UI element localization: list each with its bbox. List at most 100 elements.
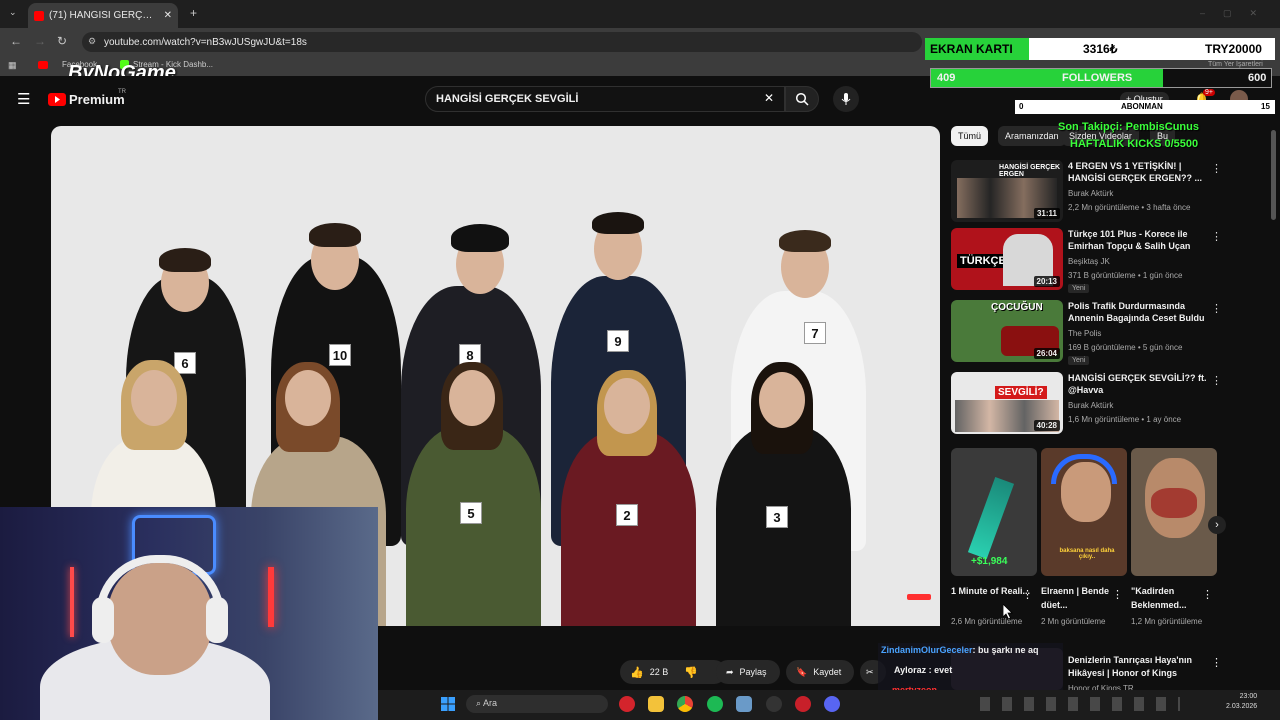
back-icon[interactable]: ←	[10, 34, 22, 48]
video-thumbnail[interactable]: HANGİSİ GERÇEK ERGEN 31:11	[951, 160, 1063, 222]
more-options-icon[interactable]: ⋮	[1211, 230, 1222, 243]
number-tag: 3	[766, 506, 788, 528]
like-icon[interactable]: 👍	[630, 666, 644, 679]
chrome-icon[interactable]	[677, 696, 693, 712]
channel-name[interactable]: Burak Aktürk	[1068, 401, 1113, 410]
chevron-right-icon[interactable]: ›	[1208, 516, 1226, 534]
short-thumbnail[interactable]: +$1,984	[951, 448, 1037, 576]
system-tray-icons[interactable]	[980, 697, 1180, 711]
reload-icon[interactable]: ↻	[57, 34, 67, 48]
forward-icon[interactable]: →	[34, 34, 46, 48]
youtube-bookmark-icon[interactable]	[38, 61, 48, 69]
clear-search-icon[interactable]: ✕	[764, 91, 774, 105]
spotify-icon[interactable]	[707, 696, 723, 712]
discord-icon[interactable]	[824, 696, 840, 712]
sub-goal-label: ABONMAN	[1121, 102, 1163, 111]
short-overlay-text: baksana nasıl daha çıkıy..	[1059, 548, 1115, 560]
dislike-icon[interactable]: 👎	[684, 666, 698, 679]
all-bookmarks-link[interactable]: Tüm Yer İşaretleri	[1208, 61, 1263, 68]
short-views: 2 Mn görüntüleme	[1041, 617, 1106, 626]
more-options-icon[interactable]: ⋮	[1022, 588, 1033, 601]
video-title[interactable]: Türkçe 101 Plus - Korece ile Emirhan Top…	[1068, 228, 1208, 252]
voice-search-button[interactable]	[833, 86, 859, 112]
video-duration: 26:04	[1033, 348, 1060, 359]
number-tag: 9	[607, 330, 629, 352]
more-options-icon[interactable]: ⋮	[1211, 656, 1222, 669]
app-icon[interactable]	[795, 696, 811, 712]
knife-skin	[967, 476, 1015, 560]
site-info-icon[interactable]: ⚙	[88, 36, 96, 47]
clock-date: 2.03.2026	[1226, 703, 1258, 710]
save-button[interactable]: 🔖 Kaydet	[786, 660, 854, 684]
like-count[interactable]: 22 B	[650, 667, 669, 677]
youtube-premium-logo[interactable]: Premium	[69, 92, 125, 107]
new-tab-icon[interactable]: +	[190, 6, 197, 20]
windows-start-icon[interactable]	[441, 697, 455, 711]
url-field[interactable]: youtube.com/watch?v=nB3wJUSgwJU&t=18s	[82, 32, 922, 52]
gpu-goal-widget: EKRAN KARTI 3316₺ TRY20000	[925, 38, 1275, 60]
number-tag: 5	[460, 502, 482, 524]
chip-all[interactable]: Tümü	[951, 126, 989, 146]
red-light	[268, 567, 274, 627]
chat-line: ZindanimOlurGeceler: bu şarkı ne aq	[881, 645, 1039, 655]
like-dislike-group: 👍 22 B 👎	[620, 660, 726, 684]
video-duration: 31:11	[1033, 208, 1060, 219]
video-title[interactable]: HANGİSİ GERÇEK SEVGİLİ?? ft. @Havva	[1068, 372, 1208, 396]
youtube-favicon-icon	[34, 10, 44, 21]
video-title[interactable]: Polis Trafik Durdurmasında Annenin Bagaj…	[1068, 300, 1208, 324]
channel-name[interactable]: Burak Aktürk	[1068, 189, 1113, 198]
taskbar-search[interactable]: ⌕ Ara	[466, 695, 608, 713]
video-thumbnail[interactable]: ÇOCUĞUN 26:04	[951, 300, 1063, 362]
clock[interactable]: 23:00 2.03.2026	[1226, 692, 1257, 712]
obs-icon[interactable]	[766, 696, 782, 712]
video-title[interactable]: 4 ERGEN VS 1 YETİŞKİN! | HANGİSİ GERÇEK …	[1068, 160, 1208, 184]
more-options-icon[interactable]: ⋮	[1211, 374, 1222, 387]
chip-from-search[interactable]: Aramanızdan	[998, 126, 1066, 146]
webcam-overlay	[0, 507, 378, 720]
search-input[interactable]: HANGİSİ GERÇEK SEVGİLİ	[425, 86, 785, 112]
more-options-icon[interactable]: ⋮	[1211, 302, 1222, 315]
short-thumbnail[interactable]: baksana nasıl daha çıkıy..	[1041, 448, 1127, 576]
tab-list-icon[interactable]: ⌄	[9, 7, 17, 18]
recommended-video[interactable]: SEVGİLİ? 40:28 HANGİSİ GERÇEK SEVGİLİ?? …	[951, 372, 1271, 438]
scissors-icon: ✂	[866, 666, 874, 677]
channel-name[interactable]: Beşiktaş JK	[1068, 257, 1110, 266]
short-thumbnail[interactable]	[1131, 448, 1217, 576]
chat-msg: : bu şarkı ne aq	[972, 645, 1039, 655]
search-icon: ⌕	[476, 698, 484, 708]
recommended-video[interactable]: ÇOCUĞUN 26:04 Polis Trafik Durdurmasında…	[951, 300, 1271, 366]
notification-badge: 9+	[1203, 89, 1215, 96]
youtube-logo-icon[interactable]	[48, 93, 66, 106]
browser-tab[interactable]: (71) HANGİSİ GERÇEK SEVGİLİ? ✕	[28, 3, 178, 28]
headphone-cup	[206, 597, 228, 643]
video-meta: 1,6 Mn görüntüleme • 1 ay önce	[1068, 415, 1182, 424]
person-face	[131, 370, 177, 426]
channel-name[interactable]: The Polis	[1068, 329, 1101, 338]
person-front-4	[561, 431, 696, 626]
search-button[interactable]	[785, 86, 819, 112]
media-player-icon[interactable]	[619, 696, 635, 712]
more-options-icon[interactable]: ⋮	[1112, 588, 1123, 601]
more-options-icon[interactable]: ⋮	[1211, 162, 1222, 175]
apps-icon[interactable]: ▦	[8, 60, 17, 71]
recommended-video[interactable]: TÜRKÇE 101 20:13 Türkçe 101 Plus - Korec…	[951, 228, 1271, 294]
more-options-icon[interactable]: ⋮	[1202, 588, 1213, 601]
headphones	[1051, 454, 1117, 484]
video-title[interactable]: Denizlerin Tanrıçası Haya'nın Hikâyesi |…	[1068, 654, 1218, 680]
app-icon[interactable]	[736, 696, 752, 712]
close-tab-icon[interactable]: ✕	[164, 10, 172, 21]
menu-icon[interactable]: ☰	[17, 90, 30, 108]
person-face	[759, 372, 805, 428]
recommended-video[interactable]: HANGİSİ GERÇEK ERGEN 31:11 4 ERGEN VS 1 …	[951, 160, 1271, 226]
clock-time: 23:00	[1239, 693, 1258, 700]
window-controls[interactable]: –▢✕	[1200, 8, 1275, 19]
share-icon: ➦	[726, 666, 734, 677]
file-explorer-icon[interactable]	[648, 696, 664, 712]
person-hair	[309, 223, 361, 247]
video-thumbnail[interactable]: TÜRKÇE 101 20:13	[951, 228, 1063, 290]
short-blood	[1151, 488, 1197, 518]
person-hair	[159, 248, 211, 272]
share-button[interactable]: ➦ Paylaş	[716, 660, 780, 684]
video-thumbnail[interactable]: SEVGİLİ? 40:28	[951, 372, 1063, 434]
sidebar-scrollbar[interactable]	[1271, 130, 1276, 220]
